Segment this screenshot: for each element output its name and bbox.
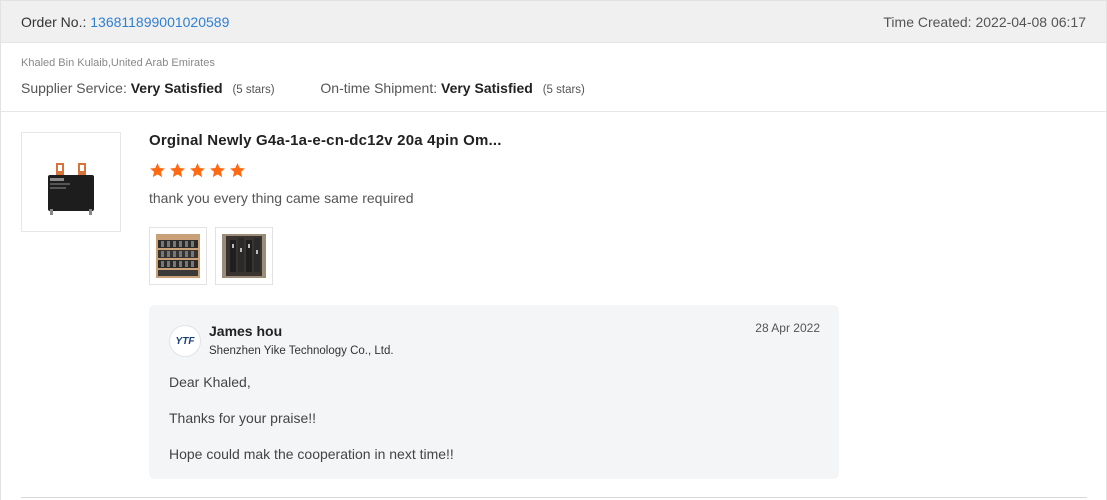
supplier-service-stars: (5 stars) xyxy=(232,84,275,96)
star-icon xyxy=(230,163,245,178)
supplier-reply: YTF James hou Shenzhen Yike Technology C… xyxy=(149,305,839,479)
order-number-row: Order No.: 136811899001020589 xyxy=(21,14,229,30)
reply-line: Dear Khaled, xyxy=(169,374,251,390)
shipment-stars: (5 stars) xyxy=(542,84,585,96)
buyer-name-location: Khaled Bin Kulaib,United Arab Emirates xyxy=(21,57,215,69)
seller-ratings: Supplier Service: Very Satisfied (5 star… xyxy=(21,80,585,96)
star-icon xyxy=(210,163,225,178)
reply-company-name[interactable]: Shenzhen Yike Technology Co., Ltd. xyxy=(209,345,394,357)
time-created: Time Created: 2022-04-08 06:17 xyxy=(883,14,1086,30)
product-thumbnail[interactable] xyxy=(21,132,121,232)
star-icon xyxy=(190,163,205,178)
review-card: Order No.: 136811899001020589 Time Creat… xyxy=(0,0,1107,500)
reply-author-name: James hou xyxy=(209,323,283,339)
shipment-label: On-time Shipment: xyxy=(320,80,438,96)
order-number-link[interactable]: 136811899001020589 xyxy=(90,14,229,30)
buyer-section: Khaled Bin Kulaib,United Arab Emirates S… xyxy=(1,44,1106,112)
reply-line: Thanks for your praise!! xyxy=(169,410,317,426)
reply-date: 28 Apr 2022 xyxy=(755,321,820,335)
product-title[interactable]: Orginal Newly G4a-1a-e-cn-dc12v 20a 4pin… xyxy=(149,132,502,149)
review-photo[interactable] xyxy=(215,227,273,285)
review-text: thank you every thing came same required xyxy=(149,190,414,206)
supplier-avatar: YTF xyxy=(169,325,201,357)
review-photos xyxy=(149,227,273,285)
order-number-label: Order No.: xyxy=(21,14,87,30)
review-star-rating xyxy=(149,162,246,179)
shipment-value: Very Satisfied xyxy=(441,80,533,96)
supplier-service-label: Supplier Service: xyxy=(21,80,127,96)
star-icon xyxy=(170,163,185,178)
reply-line: Hope could mak the cooperation in next t… xyxy=(169,446,454,462)
divider xyxy=(21,497,1087,498)
relay-image xyxy=(48,163,94,215)
review-photo[interactable] xyxy=(149,227,207,285)
order-header: Order No.: 136811899001020589 Time Creat… xyxy=(1,1,1106,43)
star-icon xyxy=(150,163,165,178)
supplier-service-value: Very Satisfied xyxy=(130,80,223,96)
